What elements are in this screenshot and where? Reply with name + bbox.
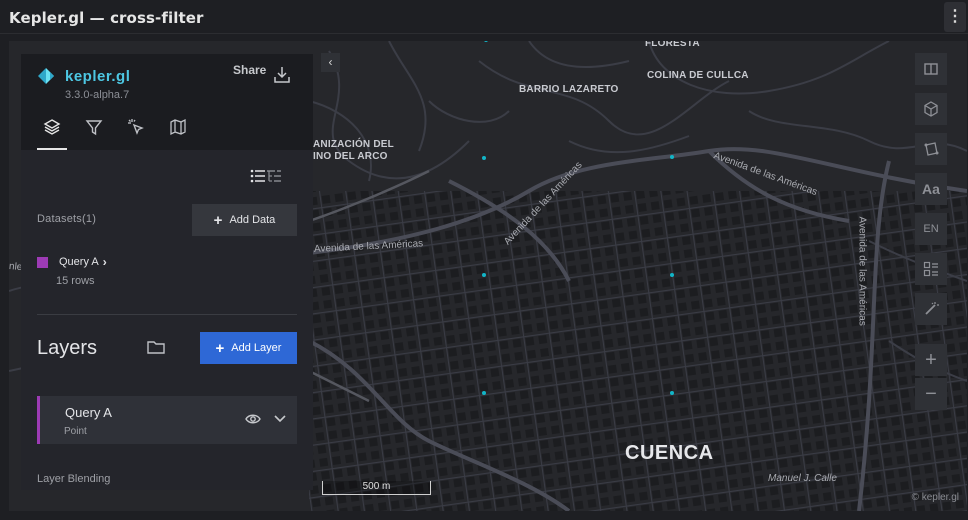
locale-button[interactable]: EN <box>915 213 947 245</box>
map-point[interactable] <box>670 391 674 395</box>
legend-button[interactable] <box>915 253 947 285</box>
chevron-right-icon[interactable]: › <box>103 255 107 269</box>
zoom-out-button[interactable]: − <box>915 378 947 410</box>
add-data-button[interactable]: + Add Data <box>192 204 297 236</box>
window-titlebar: Kepler.gl — cross-filter ⋮ <box>0 0 968 34</box>
filter-icon <box>85 120 103 136</box>
place-label-floresta: FLORESTA <box>645 41 700 49</box>
map-point[interactable] <box>670 155 674 159</box>
effects-button[interactable] <box>915 293 947 325</box>
draw-polygon-button[interactable] <box>915 133 947 165</box>
3d-view-button[interactable] <box>915 93 947 125</box>
app-version: 3.3.0-alpha.7 <box>65 89 130 101</box>
layers-icon <box>43 119 61 135</box>
tab-filters[interactable] <box>79 118 109 148</box>
city-label-cuenca: CUENCA <box>625 442 714 464</box>
add-layer-button[interactable]: + Add Layer <box>200 332 297 364</box>
folder-icon[interactable] <box>147 339 165 355</box>
section-divider <box>37 314 297 315</box>
plus-icon: + <box>213 211 223 229</box>
collapse-sidebar-button[interactable]: ‹ <box>321 53 340 72</box>
plus-icon: + <box>215 339 225 357</box>
polygon-icon <box>924 142 939 156</box>
map-point[interactable] <box>482 391 486 395</box>
map-scale-bar: 500 m <box>322 481 431 495</box>
eye-icon[interactable] <box>245 412 261 426</box>
chevron-down-icon[interactable] <box>273 413 287 425</box>
datasets-label: Datasets(1) <box>37 213 97 225</box>
view-toggle <box>250 168 282 184</box>
split-map-button[interactable] <box>915 53 947 85</box>
tab-basemap[interactable] <box>163 118 193 148</box>
place-label-camino-del-arco: INO DEL ARCO <box>313 151 388 162</box>
tree-view-icon[interactable] <box>266 168 282 184</box>
share-button[interactable]: Share <box>233 63 266 77</box>
map-point[interactable] <box>670 273 674 277</box>
tab-layers[interactable] <box>37 118 67 150</box>
zoom-controls: + − <box>915 344 947 412</box>
map-attribution: © kepler.gl <box>911 492 959 503</box>
window-menu-button[interactable]: ⋮ <box>944 2 966 32</box>
dataset-row-count: 15 rows <box>56 275 95 287</box>
zoom-in-button[interactable]: + <box>915 344 947 376</box>
basemap-icon <box>170 118 186 136</box>
dataset-color-swatch <box>37 256 48 268</box>
side-panel: kepler.gl 3.3.0-alpha.7 Share Datasets(1… <box>21 54 313 490</box>
tab-interactions[interactable] <box>121 118 151 148</box>
place-label-barrio-lazareto: BARRIO LAZARETO <box>519 84 619 95</box>
download-icon[interactable] <box>274 66 290 84</box>
layer-blending-label: Layer Blending <box>37 473 111 485</box>
map-point[interactable] <box>482 273 486 277</box>
kepler-logo-icon <box>38 68 54 84</box>
place-label-organizacion: ANIZACIÓN DEL <box>313 139 394 150</box>
dataset-item[interactable]: Query A › <box>37 255 107 269</box>
map-control-toolbar: Aa EN <box>915 53 947 333</box>
side-panel-header: kepler.gl 3.3.0-alpha.7 Share <box>21 54 313 150</box>
magic-wand-icon <box>925 302 939 315</box>
street-label-americas-4: Avenida de las Américas <box>856 216 868 326</box>
list-view-icon[interactable] <box>250 168 266 184</box>
street-label-manuel-j-calle: Manuel J. Calle <box>768 473 837 484</box>
legend-icon <box>923 261 938 277</box>
add-layer-label: Add Layer <box>231 342 282 354</box>
layer-name: Query A <box>65 405 112 420</box>
map-point[interactable] <box>482 156 486 160</box>
split-map-icon <box>924 63 938 75</box>
layer-card[interactable]: Query A Point <box>37 396 297 444</box>
window-title: Kepler.gl — cross-filter <box>9 9 204 27</box>
app-name: kepler.gl <box>65 68 131 85</box>
map-text-button[interactable]: Aa <box>915 173 947 205</box>
interaction-icon <box>128 119 144 135</box>
panel-tabs <box>37 118 205 150</box>
place-label-colina-de-cullca: COLINA DE CULLCA <box>647 70 749 81</box>
layers-panel: Datasets(1) + Add Data Query A › 15 rows… <box>21 150 313 490</box>
dataset-name: Query A <box>59 256 99 268</box>
add-data-label: Add Data <box>229 214 276 226</box>
layer-type: Point <box>64 426 87 437</box>
layers-title: Layers <box>37 337 98 359</box>
cube-icon <box>924 101 938 117</box>
